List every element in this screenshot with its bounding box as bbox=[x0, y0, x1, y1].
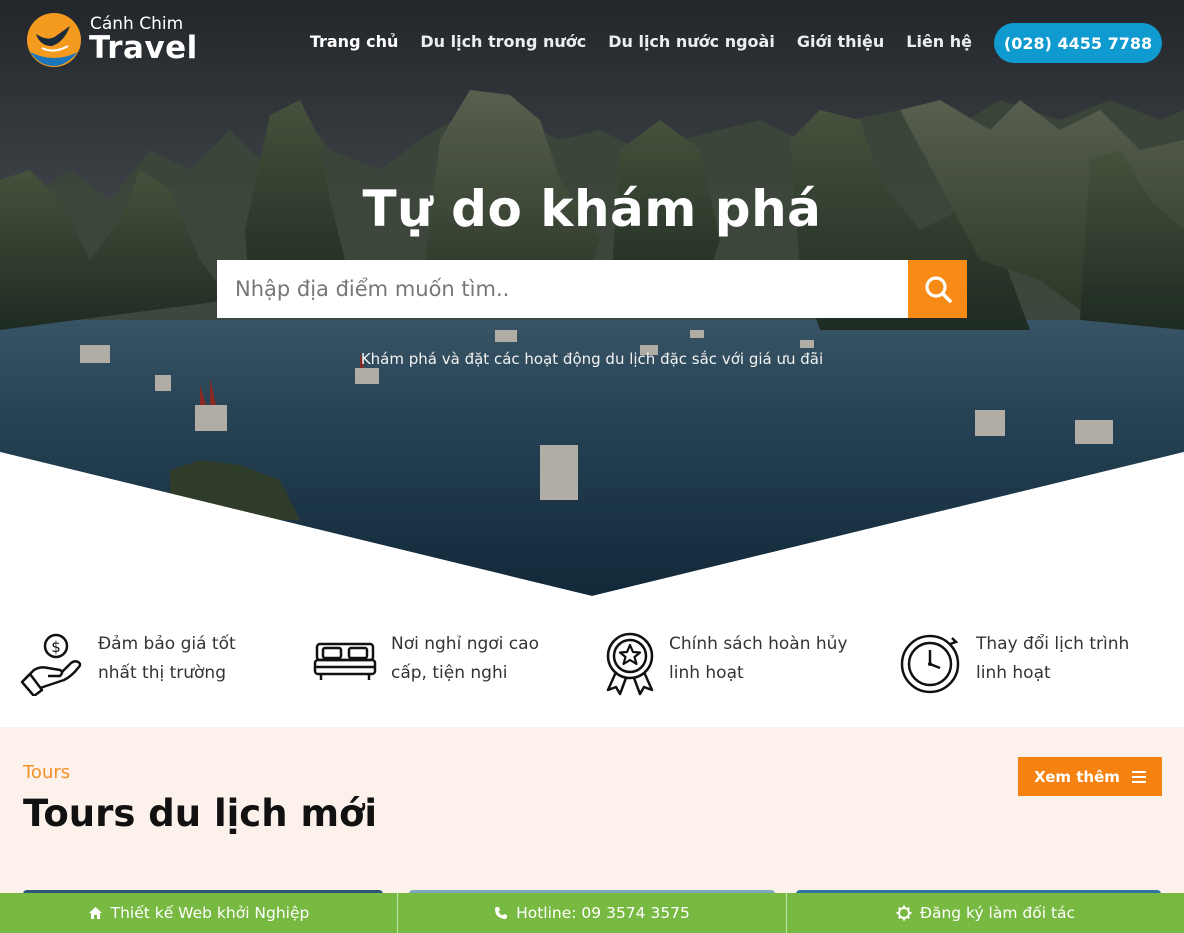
feature-text-line1: Đảm bảo giá tốt bbox=[98, 634, 236, 654]
feature-premium-stay: Nơi nghỉ ngơi cao cấp, tiện nghi bbox=[313, 630, 573, 700]
view-more-button[interactable]: Xem thêm bbox=[1018, 757, 1162, 796]
section-kicker: Tours bbox=[23, 762, 71, 783]
bed-icon bbox=[313, 642, 377, 680]
feature-flexible-itinerary: Thay đổi lịch trình linh hoạt bbox=[898, 630, 1168, 700]
hero-section: Cánh Chim Travel Trang chủ Du lịch trong… bbox=[0, 0, 1184, 596]
hero-title: Tự do khám phá bbox=[362, 180, 822, 238]
feature-text-line1: Thay đổi lịch trình bbox=[976, 634, 1130, 654]
award-star-icon bbox=[606, 632, 654, 696]
nav-item-domestic-tours[interactable]: Du lịch trong nước bbox=[420, 32, 586, 51]
phone-button[interactable]: (028) 4455 7788 bbox=[994, 23, 1162, 63]
features-row: $ Đảm bảo giá tốt nhất thị trường Nơi ng… bbox=[0, 620, 1184, 720]
brand-name-big: Travel bbox=[89, 30, 198, 66]
site-header: Cánh Chim Travel Trang chủ Du lịch trong… bbox=[0, 0, 1184, 86]
clock-refresh-icon bbox=[900, 634, 960, 694]
menu-icon bbox=[1131, 770, 1146, 783]
startup-web-design-label: Thiết kế Web khởi Nghiệp bbox=[110, 904, 310, 922]
search-input[interactable] bbox=[217, 260, 908, 318]
home-icon bbox=[88, 907, 102, 919]
nav-item-contact[interactable]: Liên hệ bbox=[906, 32, 972, 51]
hotline-link[interactable]: Hotline: 09 3574 3575 bbox=[398, 893, 787, 933]
section-title: Tours du lịch mới bbox=[23, 792, 378, 835]
feature-cancellation-policy: Chính sách hoàn hủy linh hoạt bbox=[600, 630, 870, 700]
gear-icon bbox=[896, 905, 912, 921]
search-form bbox=[217, 260, 967, 318]
brand-logo[interactable]: Cánh Chim Travel bbox=[26, 10, 206, 70]
feature-text-line1: Nơi nghỉ ngơi cao bbox=[391, 634, 539, 654]
startup-web-design-link[interactable]: Thiết kế Web khởi Nghiệp bbox=[0, 893, 398, 933]
bird-logo-icon bbox=[27, 13, 81, 67]
nav-item-home[interactable]: Trang chủ bbox=[310, 32, 399, 51]
search-button[interactable] bbox=[908, 260, 967, 318]
partner-signup-link[interactable]: Đăng ký làm đối tác bbox=[787, 893, 1184, 933]
feature-best-price: $ Đảm bảo giá tốt nhất thị trường bbox=[20, 630, 280, 700]
nav-item-international-tours[interactable]: Du lịch nước ngoài bbox=[608, 32, 775, 51]
view-more-label: Xem thêm bbox=[1034, 767, 1120, 786]
nav-item-about[interactable]: Giới thiệu bbox=[797, 32, 884, 51]
feature-text-line2: linh hoạt bbox=[976, 663, 1051, 683]
feature-text-line2: cấp, tiện nghi bbox=[391, 663, 508, 683]
sticky-bottom-bar: Thiết kế Web khởi Nghiệp Hotline: 09 357… bbox=[0, 893, 1184, 933]
main-nav: Trang chủ Du lịch trong nước Du lịch nướ… bbox=[310, 32, 972, 51]
hand-money-icon: $ bbox=[20, 633, 82, 696]
hotline-label: Hotline: 09 3574 3575 bbox=[516, 904, 690, 922]
phone-icon bbox=[495, 907, 508, 919]
partner-signup-label: Đăng ký làm đối tác bbox=[919, 904, 1076, 922]
feature-text-line2: linh hoạt bbox=[669, 663, 744, 683]
feature-text-line1: Chính sách hoàn hủy bbox=[669, 634, 848, 654]
hero-subtitle: Khám phá và đặt các hoạt động du lịch đặ… bbox=[360, 350, 824, 368]
feature-text-line2: nhất thị trường bbox=[98, 663, 226, 683]
svg-text:$: $ bbox=[51, 638, 61, 656]
search-icon bbox=[924, 276, 952, 303]
